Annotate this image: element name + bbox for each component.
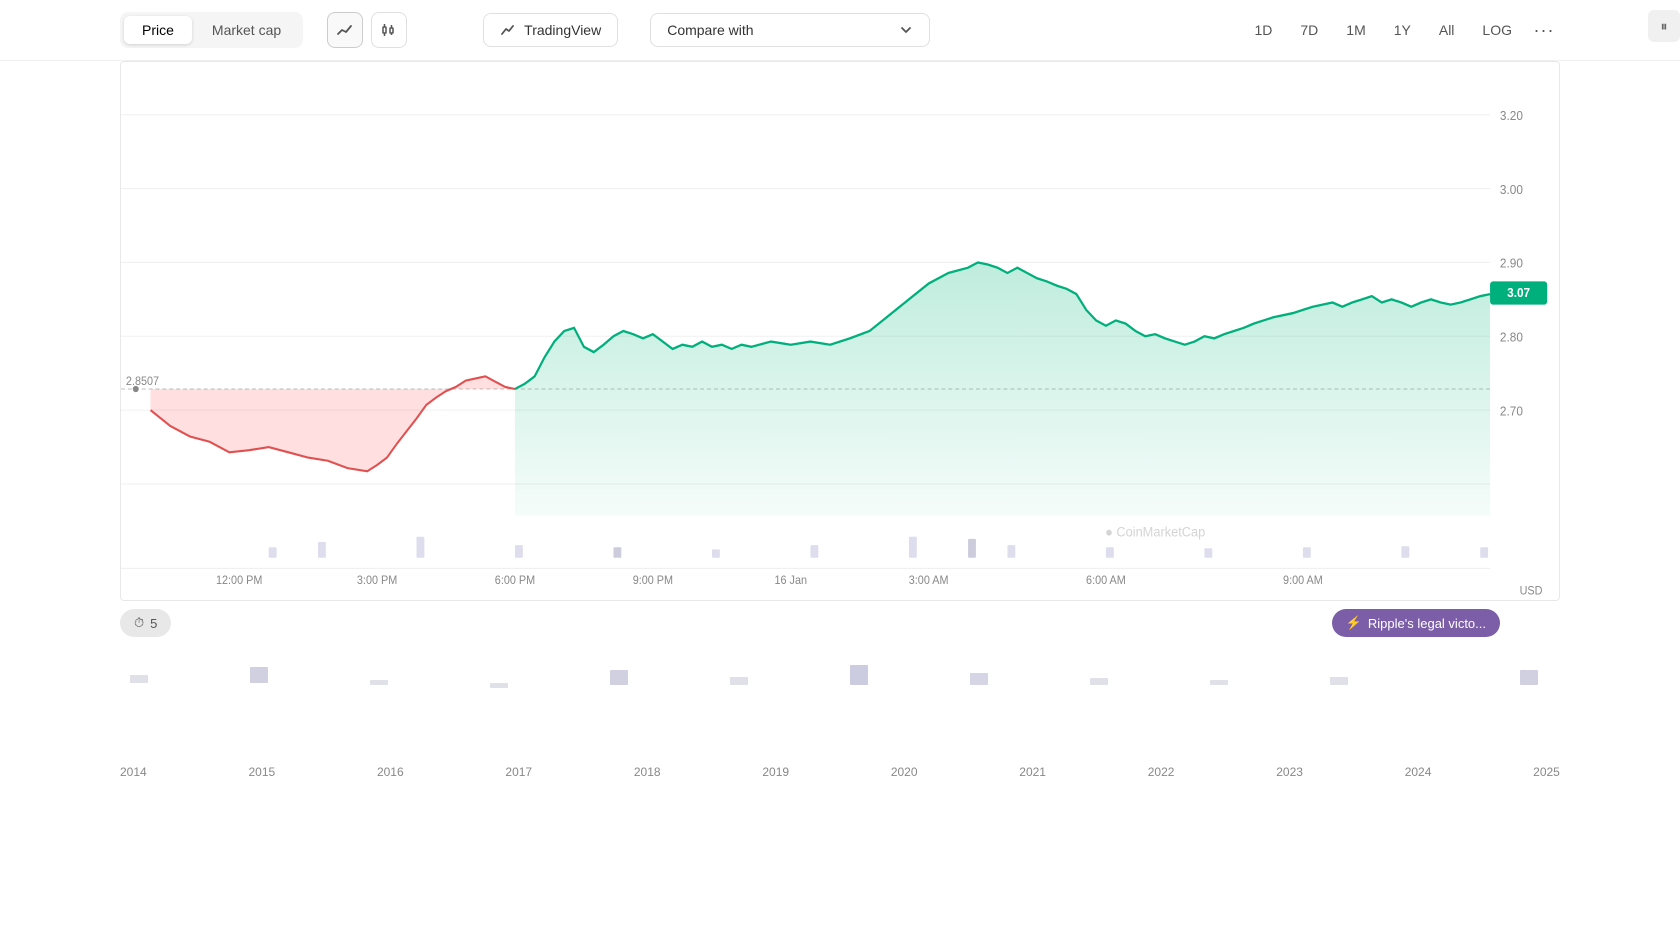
- time-7d[interactable]: 7D: [1288, 16, 1330, 44]
- year-2020: 2020: [891, 765, 918, 779]
- pause-icon: ⏸: [1661, 18, 1668, 35]
- svg-text:3.07: 3.07: [1507, 286, 1530, 300]
- history-count: 5: [150, 616, 157, 631]
- svg-text:● CoinMarketCap: ● CoinMarketCap: [1105, 524, 1205, 540]
- ripple-news-badge[interactable]: ⚡ Ripple's legal victo...: [1332, 609, 1500, 637]
- svg-text:2.80: 2.80: [1500, 330, 1523, 344]
- svg-text:6:00 AM: 6:00 AM: [1086, 575, 1126, 587]
- tradingview-button[interactable]: TradingView: [483, 13, 618, 47]
- svg-text:3.00: 3.00: [1500, 182, 1523, 196]
- svg-text:3:00 PM: 3:00 PM: [357, 575, 397, 587]
- svg-text:6:00 PM: 6:00 PM: [495, 575, 535, 587]
- timeline-container: 2014 2015 2016 2017 2018 2019 2020 2021 …: [120, 645, 1560, 745]
- compare-dropdown[interactable]: Compare with: [650, 13, 930, 47]
- history-badge[interactable]: ⏱ 5: [120, 609, 171, 637]
- toolbar: Price Market cap TradingView Compare wit…: [0, 0, 1680, 61]
- time-all[interactable]: All: [1427, 16, 1467, 44]
- time-range-group: 1D 7D 1M 1Y All LOG ···: [1242, 14, 1560, 46]
- svg-text:2.90: 2.90: [1500, 256, 1523, 270]
- svg-text:12:00 PM: 12:00 PM: [216, 575, 262, 587]
- year-2014: 2014: [120, 765, 147, 779]
- chart-type-group: Price Market cap: [120, 12, 303, 48]
- more-options-button[interactable]: ···: [1528, 14, 1560, 46]
- svg-text:9:00 PM: 9:00 PM: [633, 575, 673, 587]
- candle-chart-button[interactable]: [371, 12, 407, 48]
- svg-text:9:00 AM: 9:00 AM: [1283, 575, 1323, 587]
- year-2025: 2025: [1533, 765, 1560, 779]
- marketcap-button[interactable]: Market cap: [194, 16, 299, 44]
- year-2023: 2023: [1276, 765, 1303, 779]
- compare-label: Compare with: [667, 22, 753, 38]
- price-button[interactable]: Price: [124, 16, 192, 44]
- history-icon: ⏱: [134, 615, 144, 631]
- svg-text:3:00 AM: 3:00 AM: [909, 575, 949, 587]
- year-2017: 2017: [505, 765, 532, 779]
- time-1y[interactable]: 1Y: [1382, 16, 1423, 44]
- year-2015: 2015: [248, 765, 275, 779]
- chart-svg: 3.20 3.00 2.90 2.80 2.70 3.07 2.8507 12:…: [121, 62, 1559, 600]
- year-2016: 2016: [377, 765, 404, 779]
- bottom-bar: ⏱ 5 ⚡ Ripple's legal victo... ⏸: [120, 609, 1560, 637]
- year-2022: 2022: [1148, 765, 1175, 779]
- ripple-label: Ripple's legal victo...: [1368, 616, 1486, 631]
- year-2018: 2018: [634, 765, 661, 779]
- line-chart-button[interactable]: [327, 12, 363, 48]
- timeline-svg: [120, 645, 1560, 705]
- ripple-icon: ⚡: [1346, 615, 1362, 631]
- svg-text:USD: USD: [1520, 585, 1543, 597]
- svg-text:3.20: 3.20: [1500, 109, 1523, 123]
- tradingview-label: TradingView: [524, 22, 601, 38]
- timeline-labels: 2014 2015 2016 2017 2018 2019 2020 2021 …: [120, 765, 1560, 779]
- year-2024: 2024: [1405, 765, 1432, 779]
- time-1d[interactable]: 1D: [1242, 16, 1284, 44]
- svg-text:2.8507: 2.8507: [126, 375, 159, 387]
- svg-text:2.70: 2.70: [1500, 404, 1523, 418]
- year-2019: 2019: [762, 765, 789, 779]
- pause-button[interactable]: ⏸: [1648, 10, 1680, 42]
- price-chart: 3.20 3.00 2.90 2.80 2.70 3.07 2.8507 12:…: [120, 61, 1560, 601]
- time-1m[interactable]: 1M: [1334, 16, 1377, 44]
- year-2021: 2021: [1019, 765, 1046, 779]
- time-log[interactable]: LOG: [1470, 16, 1524, 44]
- svg-text:16 Jan: 16 Jan: [774, 575, 807, 587]
- chevron-down-icon: [899, 23, 913, 37]
